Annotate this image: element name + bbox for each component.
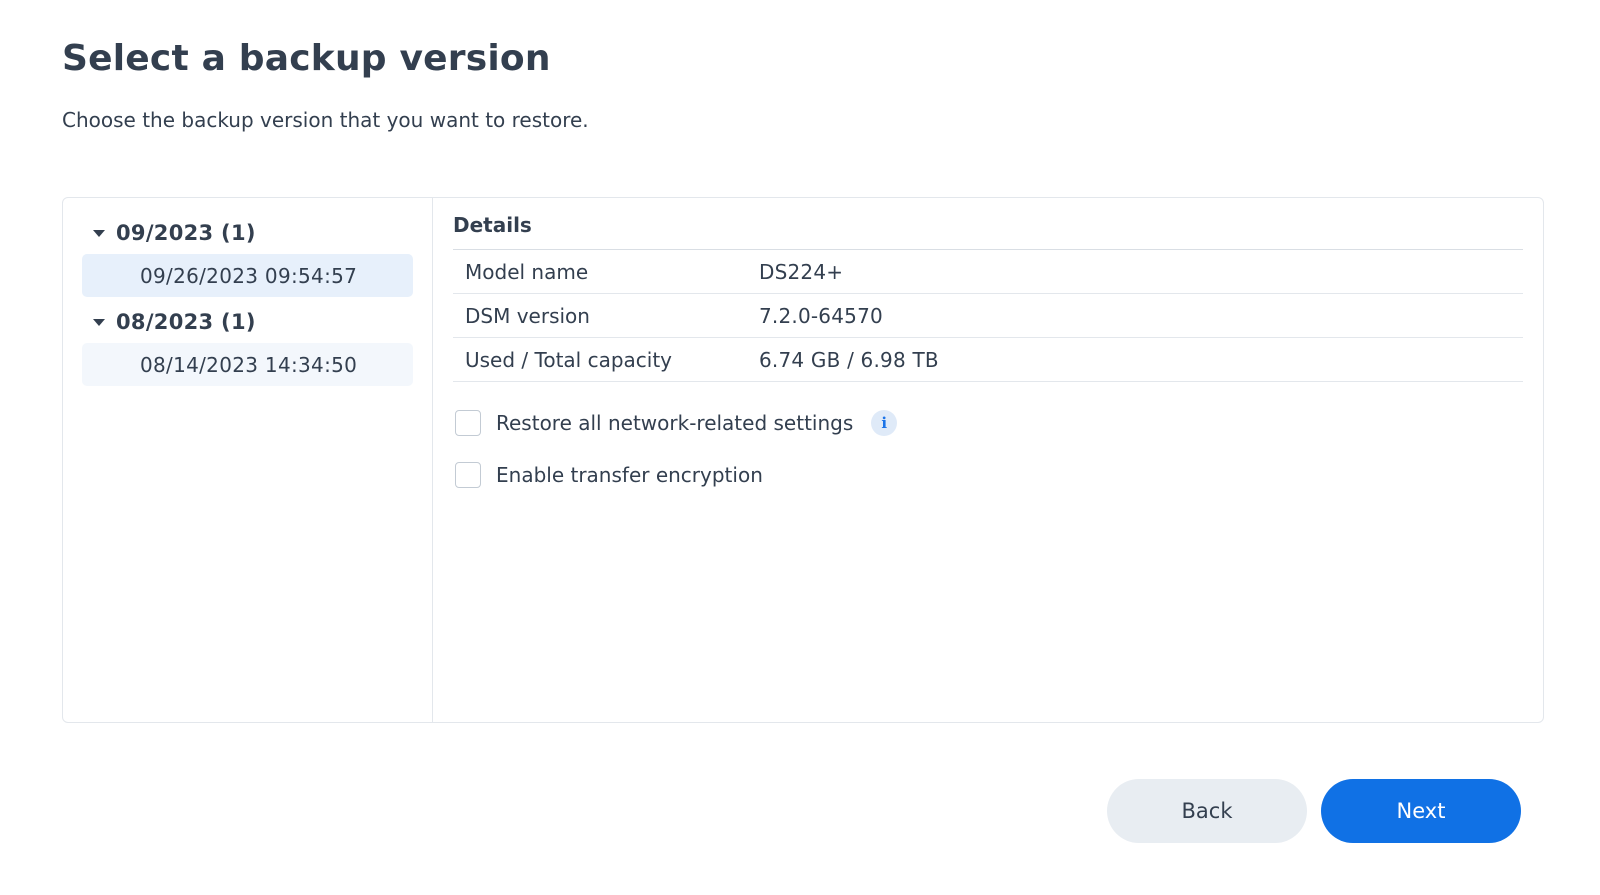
detail-value: DS224+: [759, 259, 844, 284]
caret-down-icon[interactable]: [82, 216, 116, 250]
option-label: Enable transfer encryption: [496, 463, 763, 487]
detail-key: Used / Total capacity: [465, 347, 673, 372]
details-pane: Details Model name DS224+ DSM version 7.…: [433, 198, 1543, 722]
detail-row-model-name: Model name DS224+: [453, 250, 1523, 294]
info-icon[interactable]: i: [871, 410, 898, 436]
option-restore-network-settings: Restore all network-related settings i: [453, 397, 1523, 449]
back-button[interactable]: Back: [1107, 779, 1307, 843]
version-tree: 09/2023 (1) 09/26/2023 09:54:57 08/2023 …: [63, 198, 433, 722]
version-item[interactable]: 09/26/2023 09:54:57: [82, 254, 413, 297]
tree-group-label: 09/2023 (1): [116, 221, 256, 245]
restore-wizard-page: Select a backup version Choose the backu…: [0, 0, 1600, 895]
detail-value: 7.2.0-64570: [759, 303, 883, 328]
version-item[interactable]: 08/14/2023 14:34:50: [82, 343, 413, 386]
detail-row-dsm-version: DSM version 7.2.0-64570: [453, 294, 1523, 338]
page-title: Select a backup version: [62, 38, 551, 79]
page-subtitle: Choose the backup version that you want …: [62, 108, 589, 132]
detail-key: DSM version: [465, 303, 590, 328]
restore-network-settings-checkbox[interactable]: [455, 410, 481, 436]
detail-key: Model name: [465, 259, 589, 284]
tree-group-09-2023[interactable]: 09/2023 (1): [82, 216, 413, 250]
detail-value: 6.74 GB / 6.98 TB: [759, 347, 939, 372]
option-transfer-encryption: Enable transfer encryption: [453, 449, 1523, 501]
tree-group-label: 08/2023 (1): [116, 310, 256, 334]
tree-group-08-2023[interactable]: 08/2023 (1): [82, 305, 413, 339]
next-button[interactable]: Next: [1321, 779, 1521, 843]
transfer-encryption-checkbox[interactable]: [455, 462, 481, 488]
detail-row-capacity: Used / Total capacity 6.74 GB / 6.98 TB: [453, 338, 1523, 382]
option-label: Restore all network-related settings: [496, 411, 854, 435]
details-title: Details: [453, 213, 1523, 250]
backup-version-panel: 09/2023 (1) 09/26/2023 09:54:57 08/2023 …: [62, 197, 1544, 723]
caret-down-icon[interactable]: [82, 305, 116, 339]
